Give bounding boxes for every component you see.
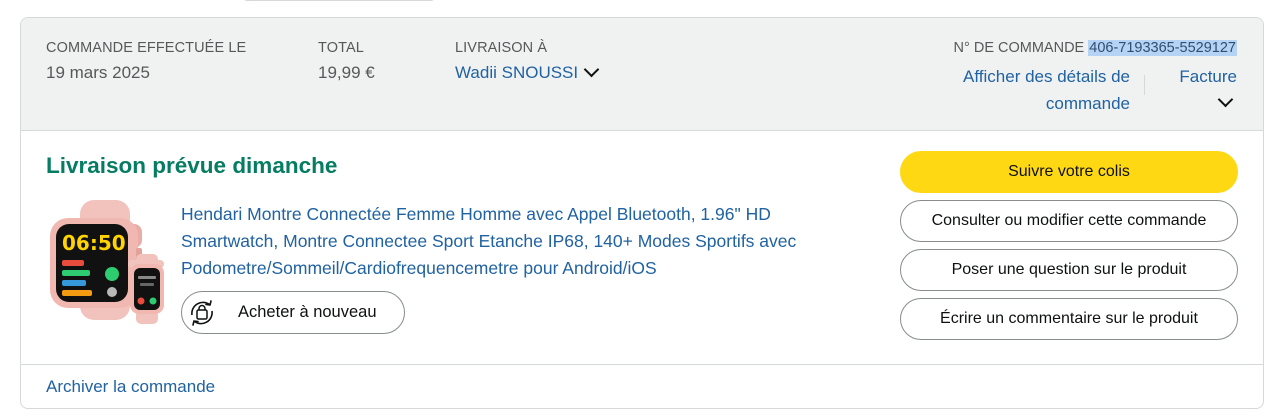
order-actions: Suivre votre colis Consulter ou modifier… (900, 151, 1238, 347)
ask-product-question-button[interactable]: Poser une question sur le produit (900, 249, 1238, 291)
footer-divider (21, 364, 1263, 365)
header-link-divider (1144, 75, 1145, 95)
invoice-dropdown[interactable]: Facture (1179, 63, 1237, 110)
chevron-down-icon (1217, 91, 1234, 108)
order-total-value: 19,99 € (318, 63, 375, 82)
order-date-value: 19 mars 2025 (46, 63, 150, 82)
previous-card-edge (243, 0, 435, 1)
ship-to-dropdown[interactable]: Wadii SNOUSSI (455, 61, 600, 83)
watch-time-text: 06:50 (62, 231, 126, 255)
ship-to-name: Wadii SNOUSSI (455, 63, 579, 82)
buy-again-button[interactable]: Acheter à nouveau (181, 291, 405, 334)
product-image[interactable]: 06:50 (46, 198, 166, 326)
ship-to-block: LIVRAISON À Wadii SNOUSSI (455, 40, 600, 83)
order-header: COMMANDE EFFECTUÉE LE 19 mars 2025 TOTAL… (21, 18, 1263, 131)
ship-to-label: LIVRAISON À (455, 40, 548, 56)
reorder-icon (182, 293, 222, 333)
order-date-label: COMMANDE EFFECTUÉE LE (46, 40, 247, 56)
delivery-status-title: Livraison prévue dimanche (46, 153, 338, 178)
product-title-link[interactable]: Hendari Montre Connectée Femme Homme ave… (181, 201, 871, 282)
order-number: N° DE COMMANDE 406-7193365-5529127 (954, 40, 1237, 56)
chevron-down-icon (583, 61, 600, 78)
order-details-link[interactable]: Afficher des détails de commande (930, 63, 1130, 117)
archive-order-link[interactable]: Archiver la commande (46, 377, 215, 397)
order-number-value: 406-7193365-5529127 (1088, 40, 1237, 56)
view-edit-order-button[interactable]: Consulter ou modifier cette commande (900, 200, 1238, 242)
track-package-button[interactable]: Suivre votre colis (900, 151, 1238, 193)
write-review-button[interactable]: Écrire un commentaire sur le produit (900, 298, 1238, 340)
invoice-link[interactable]: Facture (1179, 63, 1237, 90)
order-total-block: TOTAL 19,99 € (318, 40, 375, 83)
order-date-block: COMMANDE EFFECTUÉE LE 19 mars 2025 (46, 40, 246, 83)
buy-again-label: Acheter à nouveau (238, 303, 377, 321)
order-number-label: N° DE COMMANDE (953, 40, 1085, 56)
order-total-label: TOTAL (318, 40, 364, 56)
order-card: COMMANDE EFFECTUÉE LE 19 mars 2025 TOTAL… (20, 17, 1264, 409)
